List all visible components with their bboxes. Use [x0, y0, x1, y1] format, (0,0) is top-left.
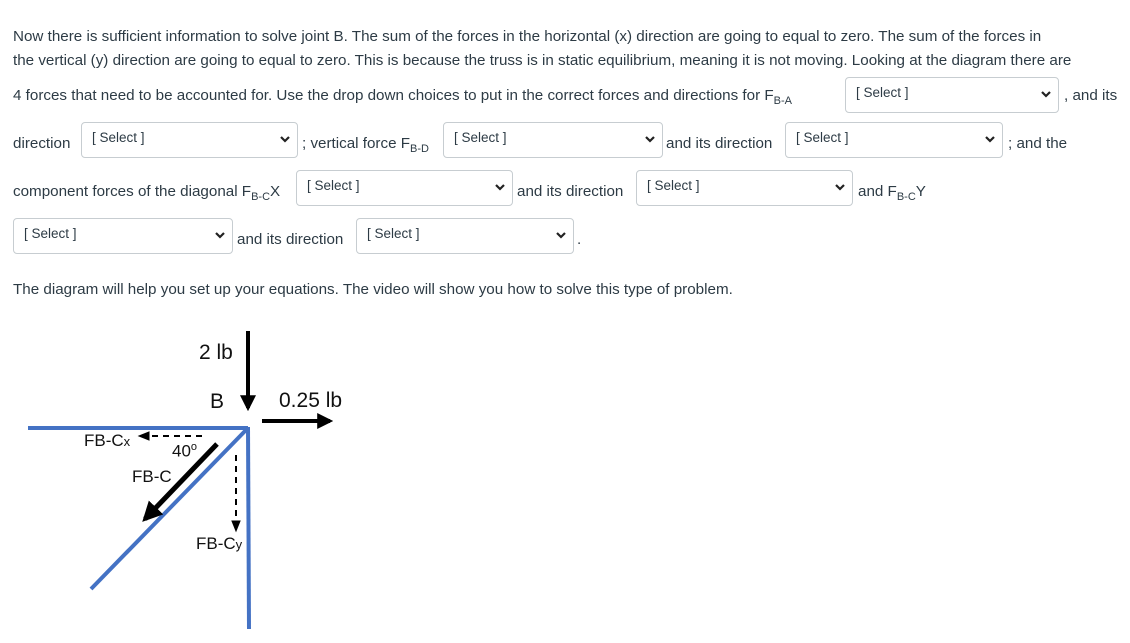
vertical-load-label: 2 lb [199, 341, 233, 365]
diagonal-member [89, 427, 249, 591]
fbcx-label-sub: x [123, 434, 131, 449]
fbcx-label: FB-Cx [84, 431, 130, 451]
horizontal-load-label: 0.25 lb [279, 389, 343, 412]
angle-value: 40 [172, 441, 191, 461]
truss-joint-diagram [28, 331, 334, 630]
fbcy-label-main: FB-C [196, 534, 236, 553]
fbc-label: FB-C [132, 467, 172, 486]
vertical-member [246, 426, 251, 630]
vertical-load-value: 2 lb [199, 341, 233, 364]
degree-symbol: o [190, 441, 198, 453]
fbcy-label: FB-Cy [196, 534, 242, 554]
fbcy-label-sub: y [235, 537, 243, 552]
fbcx-label-main: FB-C [84, 431, 124, 450]
joint-b-label: B [210, 390, 225, 413]
angle-label: 40o [172, 441, 197, 462]
